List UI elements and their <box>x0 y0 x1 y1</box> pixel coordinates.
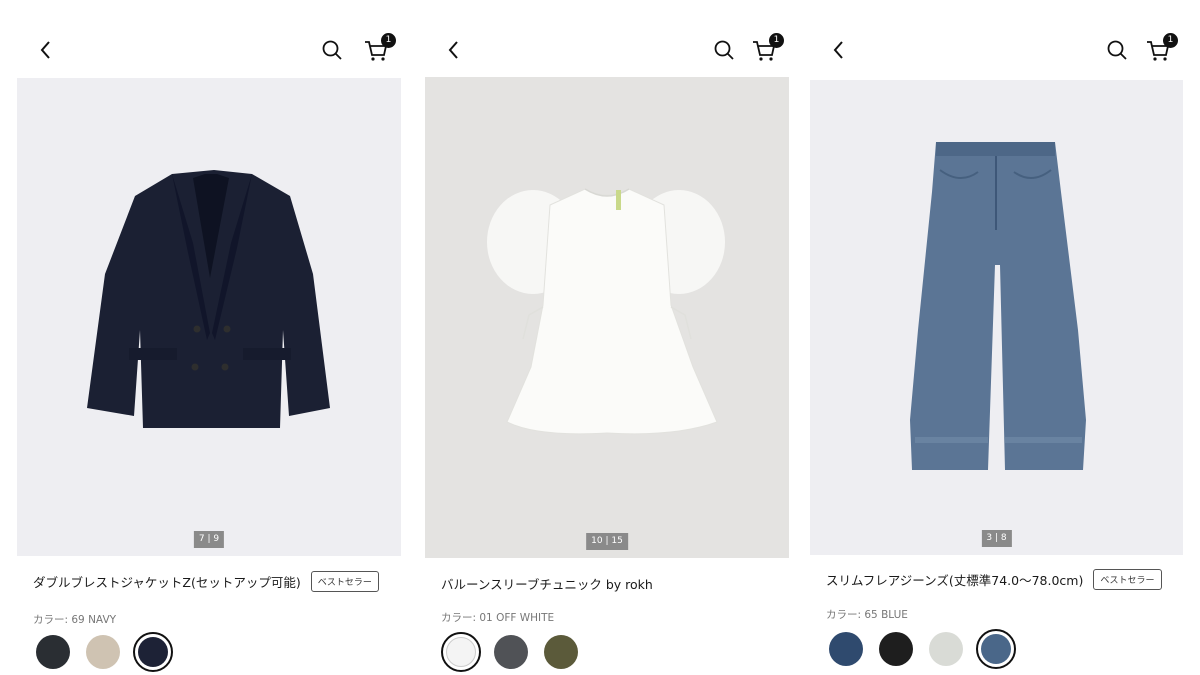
color-swatch[interactable] <box>441 632 481 672</box>
color-swatch[interactable] <box>491 632 531 672</box>
cart-button[interactable]: 1 <box>750 33 784 64</box>
color-swatch-list <box>33 632 173 672</box>
tunic-image <box>487 188 725 435</box>
search-icon[interactable] <box>1105 38 1129 62</box>
product-panel-jacket: 1 7 | 9 ダブルブレストジャケットZ(セットアップ可能) ベストセラー カ… <box>17 0 401 675</box>
top-nav: 1 <box>810 28 1183 72</box>
color-swatch[interactable] <box>133 632 173 672</box>
top-nav: 1 <box>425 28 789 72</box>
image-counter: 3 | 8 <box>981 530 1012 547</box>
color-swatch-list <box>441 632 581 672</box>
color-swatch[interactable] <box>976 629 1016 669</box>
bestseller-tag: ベストセラー <box>1093 569 1162 590</box>
cart-button[interactable]: 1 <box>362 33 396 64</box>
image-counter: 7 | 9 <box>193 531 225 548</box>
product-image[interactable]: 7 | 9 <box>17 78 401 556</box>
product-image[interactable]: 3 | 8 <box>810 80 1183 555</box>
product-image[interactable]: 10 | 15 <box>425 77 789 558</box>
color-label: カラー: 65 BLUE <box>826 609 908 621</box>
jeans-image <box>910 142 1086 470</box>
product-title-row: ダブルブレストジャケットZ(セットアップ可能) ベストセラー <box>33 571 391 592</box>
color-swatch[interactable] <box>876 629 916 669</box>
jacket-image <box>87 170 330 428</box>
product-panel-tunic: 1 10 | 15 バルーンスリーブチュニック by rokh カラー: 01 … <box>425 0 789 675</box>
product-panel-jeans: 1 3 | 8 スリムフレアジーンズ(丈標準74.0〜78.0cm) ベストセラ… <box>810 0 1183 675</box>
color-label: カラー: 01 OFF WHITE <box>441 612 555 624</box>
product-title[interactable]: スリムフレアジーンズ(丈標準74.0〜78.0cm) <box>826 570 1083 589</box>
product-title-row: バルーンスリーブチュニック by rokh <box>441 574 779 593</box>
color-swatch[interactable] <box>541 632 581 672</box>
color-swatch[interactable] <box>83 632 123 672</box>
cart-count-badge: 1 <box>381 33 396 48</box>
product-title-row: スリムフレアジーンズ(丈標準74.0〜78.0cm) ベストセラー <box>826 569 1173 590</box>
color-swatch-list <box>826 629 1016 669</box>
top-nav: 1 <box>17 28 401 72</box>
search-icon[interactable] <box>712 38 736 62</box>
color-swatch[interactable] <box>826 629 866 669</box>
cart-count-badge: 1 <box>769 33 784 48</box>
cart-count-badge: 1 <box>1163 33 1178 48</box>
bestseller-tag: ベストセラー <box>310 571 379 592</box>
back-arrow-icon[interactable] <box>828 38 850 62</box>
product-title[interactable]: ダブルブレストジャケットZ(セットアップ可能) <box>33 572 301 591</box>
color-swatch[interactable] <box>33 632 73 672</box>
back-arrow-icon[interactable] <box>443 38 465 62</box>
color-swatch[interactable] <box>926 629 966 669</box>
image-counter: 10 | 15 <box>586 533 628 550</box>
cart-button[interactable]: 1 <box>1144 33 1178 64</box>
search-icon[interactable] <box>320 38 344 62</box>
back-arrow-icon[interactable] <box>35 38 57 62</box>
product-title[interactable]: バルーンスリーブチュニック by rokh <box>441 574 653 593</box>
color-label: カラー: 69 NAVY <box>33 614 117 626</box>
